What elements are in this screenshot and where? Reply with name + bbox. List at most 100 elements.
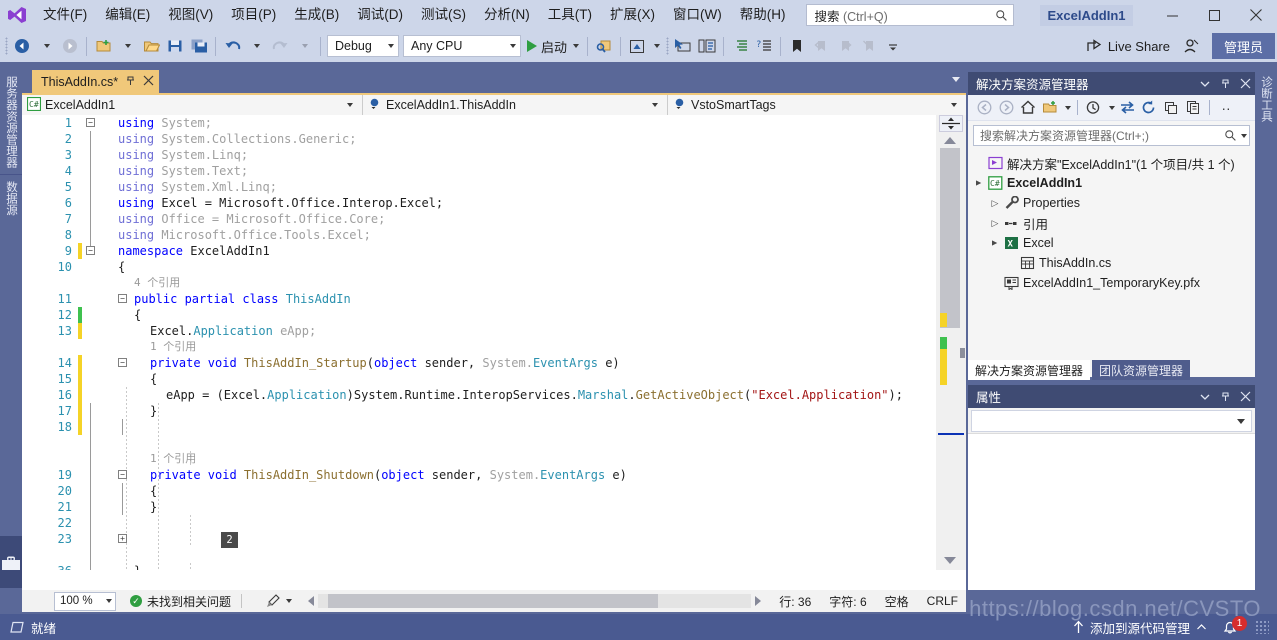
solution-tree-item[interactable]: ▲ X Excel [968, 233, 1255, 253]
preview-changes-dropdown[interactable] [649, 33, 663, 59]
fold-toggle[interactable]: − [118, 470, 127, 479]
compare-files-icon[interactable] [695, 33, 719, 59]
code-line[interactable]: 4 using System.Text; [22, 163, 936, 179]
toolbar-grip[interactable] [2, 36, 10, 56]
scroll-grip[interactable] [960, 348, 965, 358]
clear-bookmarks-icon[interactable] [857, 33, 881, 59]
home-icon[interactable] [1017, 97, 1039, 119]
redo-dropdown[interactable] [292, 33, 316, 59]
pending-changes-dropdown[interactable] [1105, 97, 1116, 119]
tree-expander[interactable]: ▲ [990, 236, 1000, 250]
toolbar-grip-2[interactable] [663, 36, 671, 56]
fold-toggle[interactable]: + [118, 534, 127, 543]
code-line[interactable]: 21} [22, 499, 936, 515]
scroll-thumb[interactable] [940, 148, 960, 328]
code-line[interactable]: 18 [22, 419, 936, 435]
chevron-down-icon[interactable] [1195, 72, 1215, 95]
menu-test[interactable]: 测试(S) [412, 0, 475, 30]
code-line[interactable]: 2 using System.Collections.Generic; [22, 131, 936, 147]
tool-tab-data-sources[interactable]: 数据源 [0, 174, 22, 222]
tree-expander[interactable]: ▷ [988, 218, 1002, 229]
solution-tree-item[interactable]: ▷ 引用 [968, 213, 1255, 233]
menu-view[interactable]: 视图(V) [159, 0, 222, 30]
properties-object-select[interactable] [971, 410, 1252, 432]
tab-team-explorer[interactable]: 团队资源管理器 [1092, 360, 1191, 380]
code-line[interactable]: 3 using System.Linq; [22, 147, 936, 163]
code-line[interactable]: 9 − namespace ExcelAddIn1 [22, 243, 936, 259]
codelens-reference-count[interactable]: 1 个引用 [150, 451, 196, 467]
menu-window[interactable]: 窗口(W) [664, 0, 731, 30]
tree-expander[interactable]: ▷ [988, 198, 1002, 209]
code-editor[interactable]: 1 − using System; 2 using System.Collections… [22, 115, 966, 594]
solution-tree-item[interactable]: ThisAddIn.cs [968, 253, 1255, 273]
menu-extensions[interactable]: 扩展(X) [601, 0, 664, 30]
code-line[interactable]: 17} [22, 403, 936, 419]
menu-project[interactable]: 项目(P) [222, 0, 285, 30]
new-project-dropdown[interactable] [115, 33, 139, 59]
sync-icon[interactable] [1116, 97, 1138, 119]
zoom-level-select[interactable]: 100 % [54, 591, 116, 611]
source-control-dropdown-icon[interactable] [1197, 620, 1206, 634]
code-line[interactable]: 22 [22, 515, 936, 531]
pin-icon[interactable] [125, 75, 136, 89]
inline-hint-badge[interactable]: 2 [221, 532, 238, 548]
document-tab-thisaddin[interactable]: ThisAddIn.cs* [32, 70, 160, 93]
close-icon[interactable] [143, 75, 154, 89]
menu-file[interactable]: 文件(F) [34, 0, 96, 30]
code-line[interactable]: 6 using Excel = Microsoft.Office.Interop.… [22, 195, 936, 211]
code-cleanup-button[interactable] [266, 594, 293, 608]
tree-expander[interactable]: ▲ [974, 176, 984, 190]
code-line[interactable]: 12 { [22, 307, 936, 323]
code-line[interactable]: 5 using System.Xml.Linq; [22, 179, 936, 195]
forward-icon[interactable] [995, 97, 1017, 119]
hscroll-thumb[interactable] [328, 594, 659, 608]
code-line[interactable]: 13 Excel.Application eApp; [22, 323, 936, 339]
increase-indent-icon[interactable] [728, 33, 752, 59]
fold-toggle[interactable]: − [118, 294, 127, 303]
notifications-button[interactable]: 1 [1222, 615, 1247, 635]
menu-edit[interactable]: 编辑(E) [96, 0, 159, 30]
close-button[interactable] [1235, 0, 1277, 30]
menu-build[interactable]: 生成(B) [285, 0, 348, 30]
toolbar-overflow-icon[interactable] [881, 33, 905, 59]
back-icon[interactable] [973, 97, 995, 119]
undo-icon[interactable] [220, 33, 244, 59]
tool-tab-server-explorer[interactable]: 服务器资源管理器 [0, 70, 22, 174]
show-all-files-icon[interactable] [1182, 97, 1204, 119]
code-line[interactable]: 7 using Office = Microsoft.Office.Core; [22, 211, 936, 227]
switch-views-icon[interactable] [1039, 97, 1061, 119]
preview-changes-icon[interactable] [625, 33, 649, 59]
navigate-back-icon[interactable] [10, 33, 34, 59]
menu-debug[interactable]: 调试(D) [348, 0, 412, 30]
resize-grip-icon[interactable] [1255, 620, 1269, 634]
main-menu[interactable]: 文件(F) 编辑(E) 视图(V) 项目(P) 生成(B) 调试(D) 测试(S… [34, 0, 794, 30]
scroll-down-arrow[interactable] [944, 557, 956, 564]
pending-changes-icon[interactable] [1083, 97, 1105, 119]
save-all-icon[interactable] [187, 33, 211, 59]
pin-icon[interactable] [1215, 72, 1235, 95]
code-line[interactable]: 16 eApp = (Excel.Application)System.Runti… [22, 387, 936, 403]
hscroll-left-arrow[interactable] [308, 596, 315, 606]
editor-horizontal-scrollbar[interactable] [318, 594, 752, 608]
scroll-up-arrow[interactable] [944, 137, 956, 144]
menu-help[interactable]: 帮助(H) [731, 0, 795, 30]
collapse-all-icon[interactable] [1160, 97, 1182, 119]
comment-icon[interactable]: ? [752, 33, 776, 59]
solution-platform-select[interactable]: Any CPU [403, 35, 521, 57]
start-debug-button[interactable]: 启动 [523, 33, 583, 59]
issues-status[interactable]: ✓ 未找到相关问题 [130, 593, 231, 610]
close-icon[interactable] [1235, 385, 1255, 408]
select-element-icon[interactable] [671, 33, 695, 59]
account-name-button[interactable]: 管理员 [1211, 33, 1275, 59]
solution-explorer-search-input[interactable]: 搜索解决方案资源管理器(Ctrl+;) [973, 125, 1250, 146]
chevron-down-icon[interactable] [1195, 385, 1215, 408]
live-share-button[interactable]: Live Share [1080, 33, 1176, 59]
refresh-icon[interactable] [1138, 97, 1160, 119]
undo-dropdown[interactable] [244, 33, 268, 59]
fold-toggle[interactable]: − [86, 118, 95, 127]
code-line[interactable]: 36} [22, 563, 936, 570]
menu-tools[interactable]: 工具(T) [539, 0, 601, 30]
next-bookmark-icon[interactable] [833, 33, 857, 59]
code-line[interactable]: 1 − using System; [22, 115, 936, 131]
code-line[interactable]: 15 { [22, 371, 936, 387]
